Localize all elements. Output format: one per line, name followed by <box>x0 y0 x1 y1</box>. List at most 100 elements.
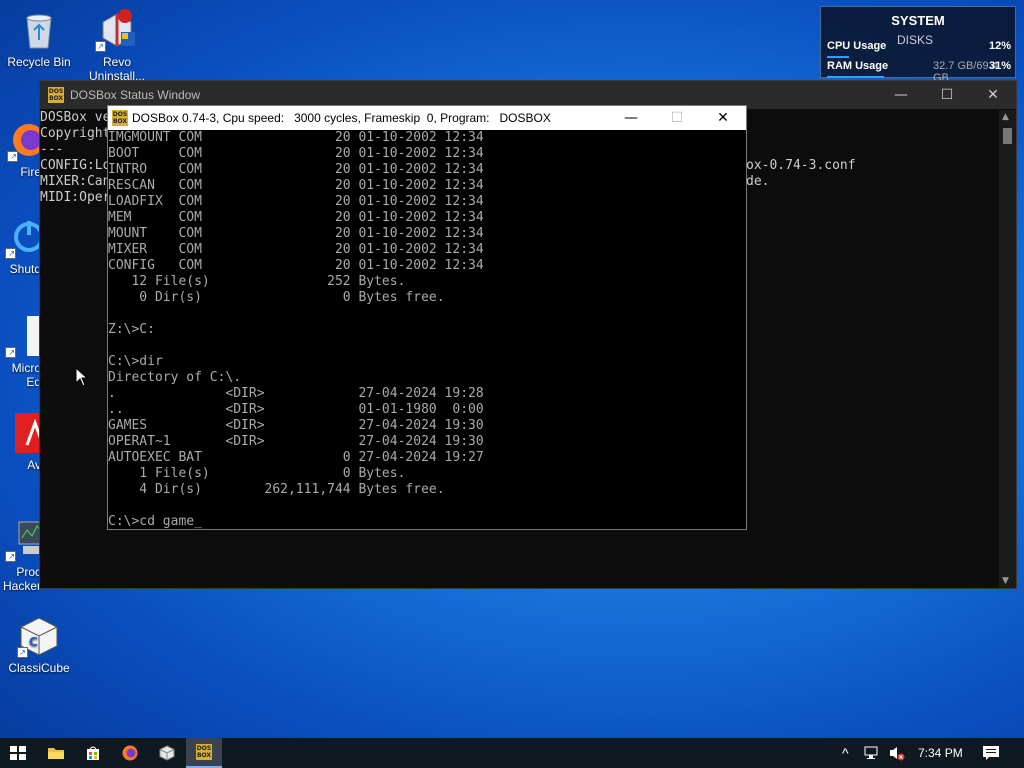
network-icon[interactable] <box>864 745 882 761</box>
tray-show-hidden-icons[interactable]: ^ <box>842 745 849 768</box>
cpu-usage-label: CPU Usage <box>827 40 887 52</box>
dosbox-icon: DOS BOX <box>48 87 64 103</box>
console-line: MIDI:Oper <box>40 190 111 205</box>
scroll-up-arrow-icon[interactable]: ▲ <box>1002 112 1009 122</box>
volume-muted-icon[interactable] <box>888 745 906 761</box>
desktop-icon-label: ClassiCube <box>8 661 70 675</box>
desktop-icon-label: Revo Uninstall... <box>88 55 146 80</box>
svg-text:C: C <box>29 635 38 649</box>
console-line: de. <box>746 174 770 189</box>
console-line: DOSBox ve <box>40 110 111 125</box>
status-minimize-button[interactable]: — <box>878 81 924 109</box>
dosbox-window-title: DOSBox 0.74-3, Cpu speed: 3000 cycles, F… <box>132 111 551 125</box>
shortcut-arrow-icon: ↗ <box>7 151 18 162</box>
dos-screen-line: MEM COM 20 01-10-2002 12:34 <box>108 210 484 225</box>
classicube-icon: C ↗ <box>17 614 61 658</box>
status-vertical-scrollbar[interactable]: ▲ ▼ <box>999 110 1016 588</box>
dos-screen-line: C:\>cd game_ <box>108 514 202 529</box>
desktop-icon-label: Av <box>27 458 41 472</box>
desktop-icon-label: Fire <box>20 165 41 179</box>
dosbox-icon: DOS BOX <box>112 110 128 126</box>
taskbar-dosbox[interactable]: DOS BOX <box>186 738 222 768</box>
dos-screen-line: CONFIG COM 20 01-10-2002 12:34 <box>108 258 484 273</box>
dos-screen-line: IMGMOUNT COM 20 01-10-2002 12:34 <box>108 130 484 145</box>
console-line: --- <box>40 142 64 157</box>
shortcut-arrow-icon: ↗ <box>95 41 106 52</box>
taskbar: DOS BOX ^ 7:34 PM <box>0 738 1024 768</box>
console-line: CONFIG:Lo <box>40 158 111 173</box>
desktop-icon-firefox[interactable]: ↗ Fire <box>1 118 41 179</box>
dos-screen-line: 4 Dir(s) 262,111,744 Bytes free. <box>108 482 445 497</box>
status-window-title: DOSBox Status Window <box>70 88 201 102</box>
cpu-usage-bar <box>827 56 850 58</box>
ram-usage-value: 31% <box>988 60 1011 72</box>
revo-uninstaller-icon: ↗ <box>95 8 139 52</box>
desktop-icon-recycle-bin[interactable]: Recycle Bin <box>1 8 77 69</box>
shortcut-arrow-icon: ↗ <box>17 647 28 658</box>
edge-icon: ↗ <box>5 314 41 358</box>
console-line: ox-0.74-3.conf <box>746 158 856 173</box>
desktop-icon-shutdown[interactable]: ↗ Shutd <box>1 215 41 276</box>
windows-start-icon <box>10 746 26 760</box>
status-close-button[interactable]: ✕ <box>970 81 1016 109</box>
dosbox-screen[interactable]: IMGMOUNT COM 20 01-10-2002 12:34 BOOT COM… <box>108 130 746 530</box>
store-icon <box>87 746 99 760</box>
desktop-icon-revo-uninstaller[interactable]: ↗ Revo Uninstall... <box>79 8 155 80</box>
cube-app-icon <box>159 745 175 761</box>
dosbox-close-button[interactable]: ✕ <box>700 106 746 130</box>
dos-screen-line: MOUNT COM 20 01-10-2002 12:34 <box>108 226 484 241</box>
scroll-thumb[interactable] <box>1003 128 1012 144</box>
dosbox-maximize-button[interactable]: ☐ <box>654 106 700 130</box>
dos-screen-line: 1 File(s) 0 Bytes. <box>108 466 406 481</box>
dos-screen-line: MIXER COM 20 01-10-2002 12:34 <box>108 242 484 257</box>
console-line: Copyright <box>40 126 111 141</box>
dos-screen-line: BOOT COM 20 01-10-2002 12:34 <box>108 146 484 161</box>
sysmon-cpu-row: CPU Usage 12% <box>827 40 1013 52</box>
desktop-icon-classicube[interactable]: C ↗ ClassiCube <box>1 614 77 675</box>
dosbox-titlebar[interactable]: DOS BOX DOSBox 0.74-3, Cpu speed: 3000 cy… <box>108 106 746 130</box>
desktop-icon-label: Recycle Bin <box>7 55 71 69</box>
taskbar-file-explorer[interactable] <box>38 738 74 768</box>
taskbar-clock[interactable]: 7:34 PM <box>918 746 963 768</box>
dos-screen-line: RESCAN COM 20 01-10-2002 12:34 <box>108 178 484 193</box>
dos-screen-line: LOADFIX COM 20 01-10-2002 12:34 <box>108 194 484 209</box>
desktop-icon-label: Proc Hacker <box>2 565 41 593</box>
desktop-icon-label: Shutd <box>9 262 41 276</box>
system-monitor-widget: SYSTEM DISKS CPU Usage 12% RAM Usage 32.… <box>820 6 1016 84</box>
taskbar-store[interactable] <box>75 738 111 768</box>
mouse-cursor-icon <box>75 367 89 387</box>
taskbar-cube-app[interactable] <box>149 738 185 768</box>
ram-usage-label: RAM Usage <box>827 60 889 72</box>
shortcut-arrow-icon: ↗ <box>5 248 16 259</box>
dos-screen-line: C:\>dir <box>108 354 163 369</box>
dos-screen-line: Directory of C:\. <box>108 370 242 385</box>
avira-icon <box>5 411 41 455</box>
desktop-icon-avira[interactable]: Av <box>1 411 41 472</box>
dos-screen-line: GAMES <DIR> 27-04-2024 19:30 <box>108 418 484 433</box>
scroll-down-arrow-icon[interactable]: ▼ <box>1002 576 1009 586</box>
dos-screen-line: INTRO COM 20 01-10-2002 12:34 <box>108 162 484 177</box>
console-line: MIXER:Can <box>40 174 111 189</box>
dos-screen-line: OPERAT~1 <DIR> 27-04-2024 19:30 <box>108 434 484 449</box>
dos-screen-line: .. <DIR> 01-01-1980 0:00 <box>108 402 484 417</box>
dos-screen-line: 0 Dir(s) 0 Bytes free. <box>108 290 445 305</box>
desktop-icon-edge[interactable]: ↗ Micro Ed <box>1 314 41 389</box>
taskbar-firefox[interactable] <box>112 738 148 768</box>
status-maximize-button[interactable]: ☐ <box>924 81 970 109</box>
start-button[interactable] <box>0 738 36 768</box>
shortcut-arrow-icon: ↗ <box>5 551 16 562</box>
desktop-icon-label: Micro Ed <box>11 361 41 389</box>
dosbox-main-window[interactable]: DOS BOX DOSBox 0.74-3, Cpu speed: 3000 cy… <box>107 105 747 530</box>
recycle-bin-icon <box>17 8 61 52</box>
firefox-icon: ↗ <box>7 118 41 162</box>
dos-screen-line: 12 File(s) 252 Bytes. <box>108 274 406 289</box>
dosbox-minimize-button[interactable]: — <box>608 106 654 130</box>
shutdown-icon: ↗ <box>5 215 41 259</box>
dos-screen-line: AUTOEXEC BAT 0 27-04-2024 19:27 <box>108 450 484 465</box>
desktop-icon-process-hacker[interactable]: ↗ Proc Hacker <box>1 518 41 593</box>
folder-icon <box>48 748 64 759</box>
dos-screen-line: Z:\>C: <box>108 322 155 337</box>
action-center-icon[interactable] <box>982 745 1000 761</box>
sysmon-title: SYSTEM <box>891 13 945 28</box>
firefox-icon <box>122 745 138 761</box>
